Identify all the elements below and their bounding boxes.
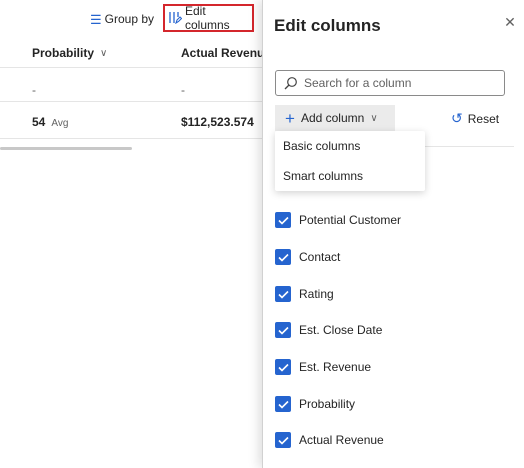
reset-label: Reset — [467, 111, 500, 126]
header-divider — [0, 67, 262, 68]
check-icon — [277, 216, 289, 225]
column-header-label: Actual Revenue — [181, 46, 272, 60]
check-icon — [277, 326, 289, 335]
check-icon — [277, 436, 289, 445]
add-column-menu: Basic columns Smart columns — [275, 131, 425, 191]
reset-button[interactable]: ↺ Reset — [451, 110, 499, 127]
column-item-label: Est. Revenue — [299, 360, 372, 374]
edit-columns-button[interactable]: Edit columns — [163, 4, 254, 32]
menu-item-smart-columns[interactable]: Smart columns — [275, 161, 425, 191]
horizontal-scrollbar[interactable] — [0, 147, 132, 150]
check-icon — [277, 363, 289, 372]
checkbox[interactable] — [275, 359, 291, 375]
column-item-label: Potential Customer — [299, 213, 402, 227]
checkbox[interactable] — [275, 286, 291, 302]
edit-columns-icon — [169, 11, 183, 26]
checkbox[interactable] — [275, 396, 291, 412]
add-column-label: Add column — [300, 111, 365, 125]
edit-columns-label: Edit columns — [185, 4, 230, 32]
cell-probability: - — [32, 83, 36, 97]
panel-title: Edit columns — [274, 16, 381, 35]
checkbox[interactable] — [275, 212, 291, 228]
column-item-label: Rating — [299, 287, 334, 301]
check-icon — [277, 290, 289, 299]
search-icon — [284, 76, 298, 90]
aggregate-actual-revenue: $112,523.574 — [181, 115, 254, 129]
column-header-actual-revenue[interactable]: Actual Revenue — [181, 40, 271, 66]
checkbox[interactable] — [275, 432, 291, 448]
aggregate-value: $112,523.574 — [181, 115, 254, 129]
chevron-down-icon: ∨ — [100, 47, 108, 59]
check-icon — [277, 400, 289, 409]
check-icon — [277, 253, 289, 262]
checkbox[interactable] — [275, 249, 291, 265]
column-item-label: Actual Revenue — [299, 433, 384, 447]
search-input[interactable] — [304, 76, 494, 90]
row-divider — [0, 138, 262, 139]
aggregate-label: Avg — [51, 118, 69, 129]
column-item[interactable]: Actual Revenue — [275, 430, 384, 450]
edit-columns-panel: Edit columns ✕ + Add column ∨ ↺ Reset Ba… — [262, 0, 524, 468]
column-item[interactable]: Probability — [275, 394, 355, 414]
column-item[interactable]: Est. Revenue — [275, 357, 371, 377]
aggregate-probability: 54 Avg — [32, 115, 68, 129]
column-item-label: Contact — [299, 250, 341, 264]
aggregate-value: 54 — [32, 115, 46, 129]
chevron-down-icon: ∨ — [370, 112, 378, 124]
grid-toolbar: ☰ Group by Edit columns — [0, 4, 262, 32]
row-divider — [0, 101, 262, 102]
reset-icon: ↺ — [451, 110, 463, 126]
column-header-label: Probability — [32, 46, 95, 60]
column-item-label: Probability — [299, 397, 356, 411]
column-item[interactable]: Potential Customer — [275, 210, 401, 230]
plus-icon: + — [285, 108, 295, 128]
column-item[interactable]: Rating — [275, 284, 334, 304]
column-header-probability[interactable]: Probability ∨ — [32, 40, 107, 66]
add-column-button[interactable]: + Add column ∨ — [275, 105, 395, 131]
column-item[interactable]: Est. Close Date — [275, 320, 382, 340]
data-grid: ☰ Group by Edit columns Probability ∨ Ac… — [0, 0, 271, 468]
checkbox[interactable] — [275, 322, 291, 338]
group-by-icon: ☰ — [90, 11, 102, 27]
column-search-box[interactable] — [275, 70, 505, 96]
group-by-label: Group by — [104, 12, 155, 26]
group-by-button[interactable]: ☰ Group by — [90, 8, 154, 30]
column-item-label: Est. Close Date — [299, 323, 383, 337]
close-icon[interactable]: ✕ — [502, 14, 518, 30]
menu-item-basic-columns[interactable]: Basic columns — [275, 131, 425, 161]
cell-actual-revenue: - — [181, 83, 185, 97]
column-item[interactable]: Contact — [275, 247, 340, 267]
